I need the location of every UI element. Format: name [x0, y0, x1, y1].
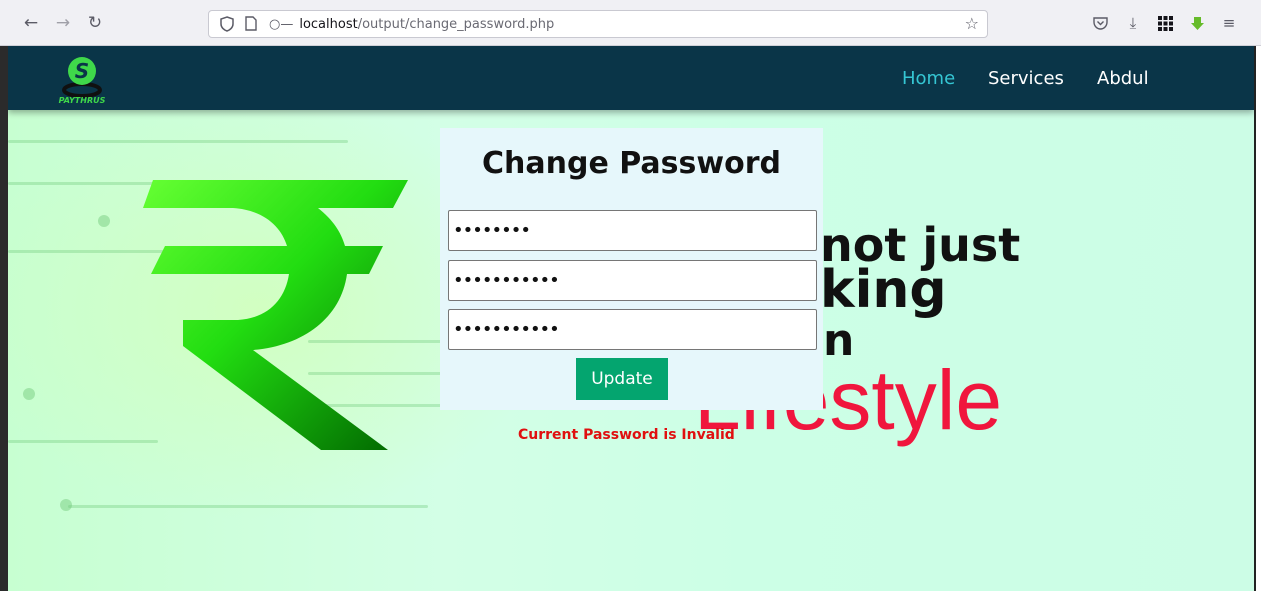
url-path: /output/change_password.php	[357, 16, 555, 32]
scrollbar-edge	[1254, 46, 1261, 591]
hero-line-2: king	[820, 260, 947, 320]
apps-grid-icon[interactable]	[1155, 13, 1175, 33]
new-password-input[interactable]	[448, 260, 817, 301]
address-bar[interactable]: ○— localhost/output/change_password.php …	[208, 10, 988, 38]
download-icon[interactable]: ⤓	[1123, 13, 1143, 33]
error-message: Current Password is Invalid	[518, 427, 735, 443]
extension-download-icon[interactable]	[1187, 13, 1207, 33]
url-text: localhost/output/change_password.php	[299, 17, 554, 32]
shield-icon	[219, 16, 235, 32]
pocket-icon[interactable]	[1090, 13, 1110, 33]
paythrus-logo[interactable]: S PAYTHRUS	[52, 52, 112, 106]
logo-text: PAYTHRUS	[58, 96, 106, 105]
change-password-card: Change Password Update	[440, 128, 823, 410]
svg-text:S: S	[75, 59, 89, 83]
star-icon[interactable]: ☆	[965, 14, 979, 33]
back-icon[interactable]: ←	[20, 12, 42, 34]
key-icon: ○—	[269, 16, 294, 32]
menu-icon[interactable]: ≡	[1219, 13, 1239, 33]
reload-icon[interactable]: ↻	[84, 12, 106, 34]
browser-toolbar: ← → ↻ ○— localhost/output/change_passwor…	[0, 0, 1261, 46]
site-navbar: S PAYTHRUS Home Services Abdul	[8, 46, 1254, 110]
current-password-input[interactable]	[448, 210, 817, 251]
nav-link-user[interactable]: Abdul	[1097, 68, 1149, 89]
nav-link-services[interactable]: Services	[988, 68, 1064, 89]
confirm-password-input[interactable]	[448, 309, 817, 350]
form-title: Change Password	[482, 146, 781, 181]
url-host: localhost	[299, 16, 358, 32]
update-button[interactable]: Update	[576, 358, 668, 400]
nav-link-home[interactable]: Home	[902, 68, 955, 89]
page-icon	[245, 16, 259, 32]
page-viewport: not just king n Lifestyle S PAYTHRUS Hom…	[8, 46, 1254, 591]
rupee-symbol-icon	[143, 180, 408, 450]
forward-icon[interactable]: →	[52, 12, 74, 34]
